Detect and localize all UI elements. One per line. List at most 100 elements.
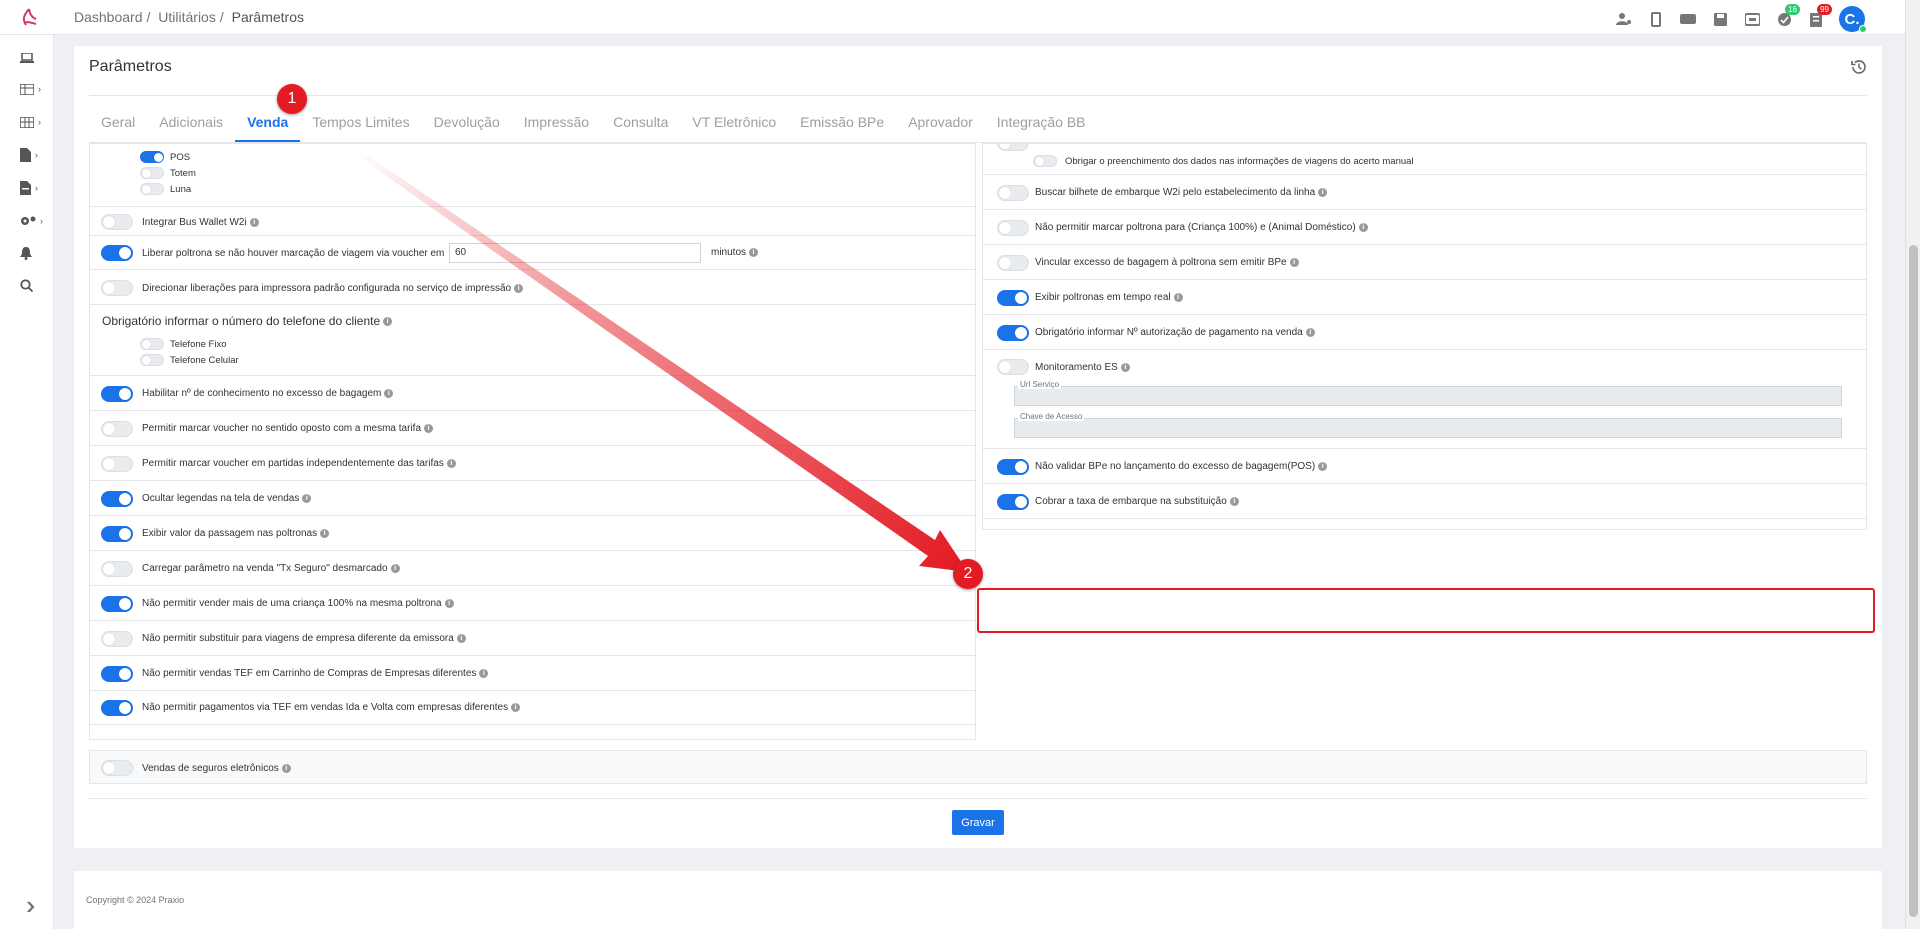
sidebar-item-report[interactable]: › [20, 178, 50, 198]
wallet-icon[interactable] [1743, 10, 1761, 28]
info-icon[interactable]: i [281, 763, 291, 773]
breadcrumb-dashboard[interactable]: Dashboard [74, 9, 143, 25]
setting-toggle[interactable] [997, 220, 1029, 236]
avatar[interactable]: C. [1839, 6, 1867, 33]
setting-toggle[interactable] [997, 459, 1029, 475]
info-icon[interactable]: i [511, 702, 521, 712]
toggle-bus-wallet[interactable] [101, 214, 133, 230]
breadcrumb-utilitarios[interactable]: Utilitários [158, 9, 216, 25]
setting-toggle[interactable] [997, 529, 1029, 530]
info-icon[interactable]: i [514, 283, 524, 293]
info-icon[interactable]: i [249, 217, 259, 227]
scrollbar-thumb[interactable] [1909, 245, 1918, 917]
gears-icon [21, 216, 36, 225]
toggle-seguros[interactable] [101, 760, 133, 776]
setting-toggle[interactable] [101, 700, 133, 716]
sidebar-item-bell[interactable] [20, 243, 50, 263]
tab-integra-o-bb[interactable]: Integração BB [985, 104, 1098, 142]
info-icon[interactable]: i [1305, 327, 1315, 337]
notifications-icon[interactable]: 16 [1775, 4, 1800, 28]
praxio-logo-icon[interactable] [18, 7, 40, 29]
info-icon[interactable]: i [1229, 496, 1239, 506]
toggle-totem[interactable] [140, 167, 164, 179]
tab-devolu-o[interactable]: Devolução [422, 104, 512, 142]
toggle-telefone-celular[interactable] [140, 354, 164, 366]
info-icon[interactable]: i [1120, 362, 1130, 372]
info-icon[interactable]: i [1318, 461, 1328, 471]
save-icon[interactable] [1711, 10, 1729, 28]
sidebar-item-search[interactable] [20, 275, 50, 295]
info-icon[interactable]: i [424, 423, 433, 433]
minutes-input[interactable]: 60 [449, 243, 701, 263]
card-icon[interactable] [1679, 10, 1697, 28]
toggle-cut-off[interactable] [997, 144, 1029, 151]
sidebar-item-settings[interactable]: › [20, 211, 50, 231]
tab-consulta[interactable]: Consulta [601, 104, 680, 142]
info-icon[interactable]: i [1173, 292, 1183, 302]
toggle-pos[interactable] [140, 151, 164, 163]
info-icon[interactable]: i [383, 317, 393, 327]
label-text: Não permitir substituir para viagens de … [142, 633, 454, 644]
history-icon[interactable] [1850, 58, 1868, 76]
chave-acesso-input[interactable] [1014, 418, 1842, 438]
info-icon[interactable]: i [1289, 257, 1299, 267]
toggle-luna[interactable] [140, 183, 164, 195]
setting-toggle[interactable] [101, 596, 133, 612]
setting-toggle[interactable] [997, 494, 1029, 510]
setting-toggle[interactable] [101, 456, 133, 472]
info-icon[interactable]: i [749, 247, 759, 257]
toggle-obrigar-preenchimento[interactable] [1033, 155, 1057, 167]
tab-adicionais[interactable]: Adicionais [147, 104, 235, 142]
setting-toggle[interactable] [101, 631, 133, 647]
setting-label: Não permitir vendas TEF em Carrinho de C… [142, 668, 489, 679]
tab-emiss-o-bpe[interactable]: Emissão BPe [788, 104, 896, 142]
page-scrollbar[interactable] [1905, 0, 1920, 929]
toggle-monitoramento[interactable] [997, 359, 1029, 375]
setting-toggle[interactable] [101, 561, 133, 577]
setting-toggle[interactable] [997, 290, 1029, 306]
info-icon[interactable]: i [302, 493, 312, 503]
tab-geral[interactable]: Geral [89, 104, 147, 142]
info-icon[interactable]: i [1318, 187, 1328, 197]
setting-label: Não validar BPe no lançamento do excesso… [1035, 461, 1328, 472]
unit-text: minutos [711, 247, 747, 258]
toggle-direcionar[interactable] [101, 280, 133, 296]
info-icon[interactable]: i [444, 598, 454, 608]
sidebar-item-laptop[interactable] [20, 48, 50, 68]
copyright-text: Copyright © 2024 Praxio [86, 895, 185, 905]
save-button[interactable]: Gravar [952, 810, 1004, 835]
setting-row: Não validar BPe no lançamento do excesso… [983, 449, 1866, 484]
toggle-telefone-fixo[interactable] [140, 338, 164, 350]
sidebar-item-document[interactable]: › [20, 145, 50, 165]
setting-toggle[interactable] [997, 255, 1029, 271]
user-settings-icon[interactable] [1615, 10, 1633, 28]
tab-vt-eletr-nico[interactable]: VT Eletrônico [680, 104, 788, 142]
toggle-liberar-poltrona[interactable] [101, 245, 133, 261]
setting-toggle[interactable] [101, 386, 133, 402]
setting-toggle[interactable] [101, 491, 133, 507]
info-icon[interactable]: i [384, 388, 394, 398]
info-icon[interactable]: i [446, 458, 456, 468]
sidebar-expand-icon[interactable]: ›› [26, 890, 38, 921]
alerts-icon[interactable]: 99 [1807, 4, 1832, 28]
setting-toggle[interactable] [101, 421, 133, 437]
setting-toggle[interactable] [997, 325, 1029, 341]
setting-toggle[interactable] [101, 666, 133, 682]
mobile-icon[interactable] [1647, 10, 1665, 28]
tab-tempos-limites[interactable]: Tempos Limites [300, 104, 421, 142]
sidebar-item-table[interactable]: › [20, 79, 50, 99]
info-icon[interactable]: i [390, 563, 400, 573]
tab-impress-o[interactable]: Impressão [512, 104, 601, 142]
label-text: Monitoramento ES [1035, 362, 1118, 373]
setting-toggle[interactable] [997, 185, 1029, 201]
url-servico-input[interactable] [1014, 386, 1842, 406]
tab-aprovador[interactable]: Aprovador [896, 104, 985, 142]
setting-label: Carregar parâmetro na venda "Tx Seguro" … [142, 563, 400, 574]
sidebar-item-grid[interactable]: › [20, 112, 50, 132]
info-icon[interactable]: i [479, 668, 489, 678]
info-icon[interactable]: i [1358, 222, 1368, 232]
info-icon[interactable]: i [320, 528, 330, 538]
info-icon[interactable]: i [456, 633, 466, 643]
setting-toggle[interactable] [101, 526, 133, 542]
highlight-box [977, 588, 1875, 633]
